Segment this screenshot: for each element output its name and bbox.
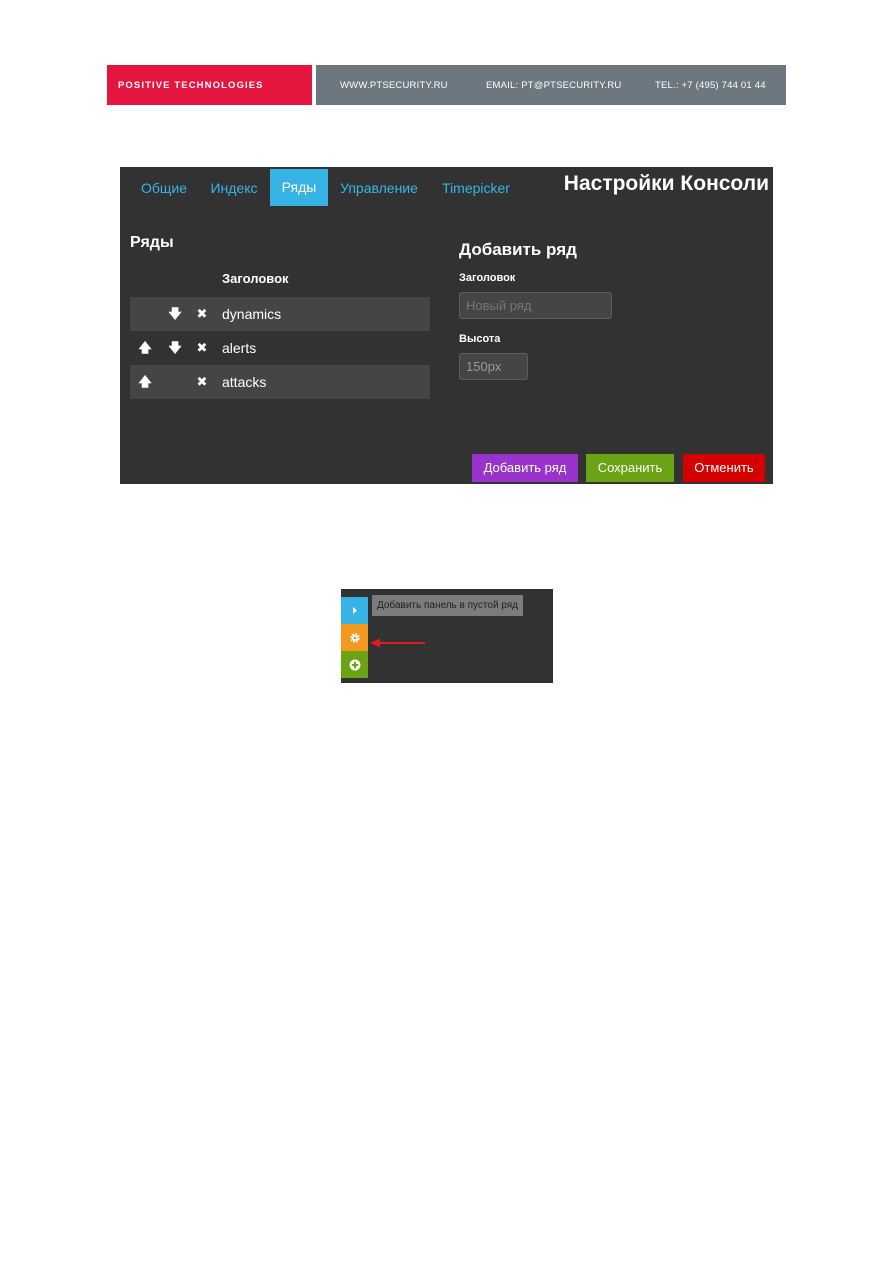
table-row: 🡅 🡇 ✖ alerts	[130, 331, 430, 365]
email-link[interactable]: EMAIL: PT@PTSECURITY.RU	[486, 80, 621, 91]
console-settings-dialog: Общие Индекс Ряды Управление Timepicker …	[120, 167, 773, 484]
table-row: 🡅 ✖ attacks	[130, 365, 430, 399]
row-height-label: Высота	[459, 333, 501, 345]
close-icon[interactable]: ✖	[195, 306, 209, 322]
header-banner: POSITIVE TECHNOLOGIES WWW.PTSECURITY.RU …	[107, 65, 786, 105]
arrow-up-icon[interactable]: 🡅	[138, 374, 152, 390]
add-panel-tooltip: Добавить панель в пустой ряд	[372, 595, 524, 616]
save-button[interactable]: Сохранить	[586, 454, 674, 482]
column-header-title: Заголовок	[222, 271, 289, 286]
row-name: attacks	[222, 374, 267, 390]
table-row: 🡇 ✖ dynamics	[130, 297, 430, 331]
company-logo: POSITIVE TECHNOLOGIES	[107, 65, 312, 105]
tab-controls[interactable]: Управление	[334, 171, 424, 206]
arrow-down-icon[interactable]: 🡇	[168, 306, 182, 322]
dialog-title: Настройки Консоли	[563, 172, 769, 195]
rows-section-title: Ряды	[130, 234, 174, 251]
close-icon[interactable]: ✖	[195, 374, 209, 390]
plus-circle-icon	[349, 659, 360, 670]
row-title-input[interactable]	[459, 292, 612, 319]
phone-text: TEL.: +7 (495) 744 01 44	[655, 79, 766, 91]
add-row-button[interactable]: Добавить ряд	[472, 454, 578, 482]
pointer-arrow-icon	[370, 638, 425, 648]
arrow-up-icon[interactable]: 🡅	[138, 340, 152, 356]
row-title-label: Заголовок	[459, 272, 516, 284]
tab-index[interactable]: Индекс	[202, 171, 266, 206]
row-height-input[interactable]	[459, 353, 528, 380]
add-row-title: Добавить ряд	[459, 240, 577, 259]
caret-right-icon	[352, 607, 357, 614]
company-name: POSITIVE TECHNOLOGIES	[118, 79, 264, 91]
add-panel-button[interactable]	[341, 651, 368, 678]
row-name: alerts	[222, 340, 257, 356]
row-controls-screenshot: Добавить панель в пустой ряд	[341, 589, 553, 683]
arrow-down-icon[interactable]: 🡇	[168, 340, 182, 356]
website-link[interactable]: WWW.PTSECURITY.RU	[340, 80, 448, 91]
rows-table: 🡇 ✖ dynamics 🡅 🡇 ✖ alerts 🡅 ✖ attacks	[130, 297, 430, 399]
tab-timepicker[interactable]: Timepicker	[436, 171, 516, 206]
cancel-button[interactable]: Отменить	[683, 454, 765, 482]
tab-general[interactable]: Общие	[132, 171, 196, 206]
expand-button[interactable]	[341, 597, 368, 624]
row-settings-button[interactable]	[341, 624, 368, 651]
tab-rows[interactable]: Ряды	[270, 169, 328, 206]
close-icon[interactable]: ✖	[195, 340, 209, 356]
row-name: dynamics	[222, 306, 282, 322]
contact-bar: WWW.PTSECURITY.RU EMAIL: PT@PTSECURITY.R…	[316, 65, 786, 105]
gear-icon	[349, 632, 360, 643]
